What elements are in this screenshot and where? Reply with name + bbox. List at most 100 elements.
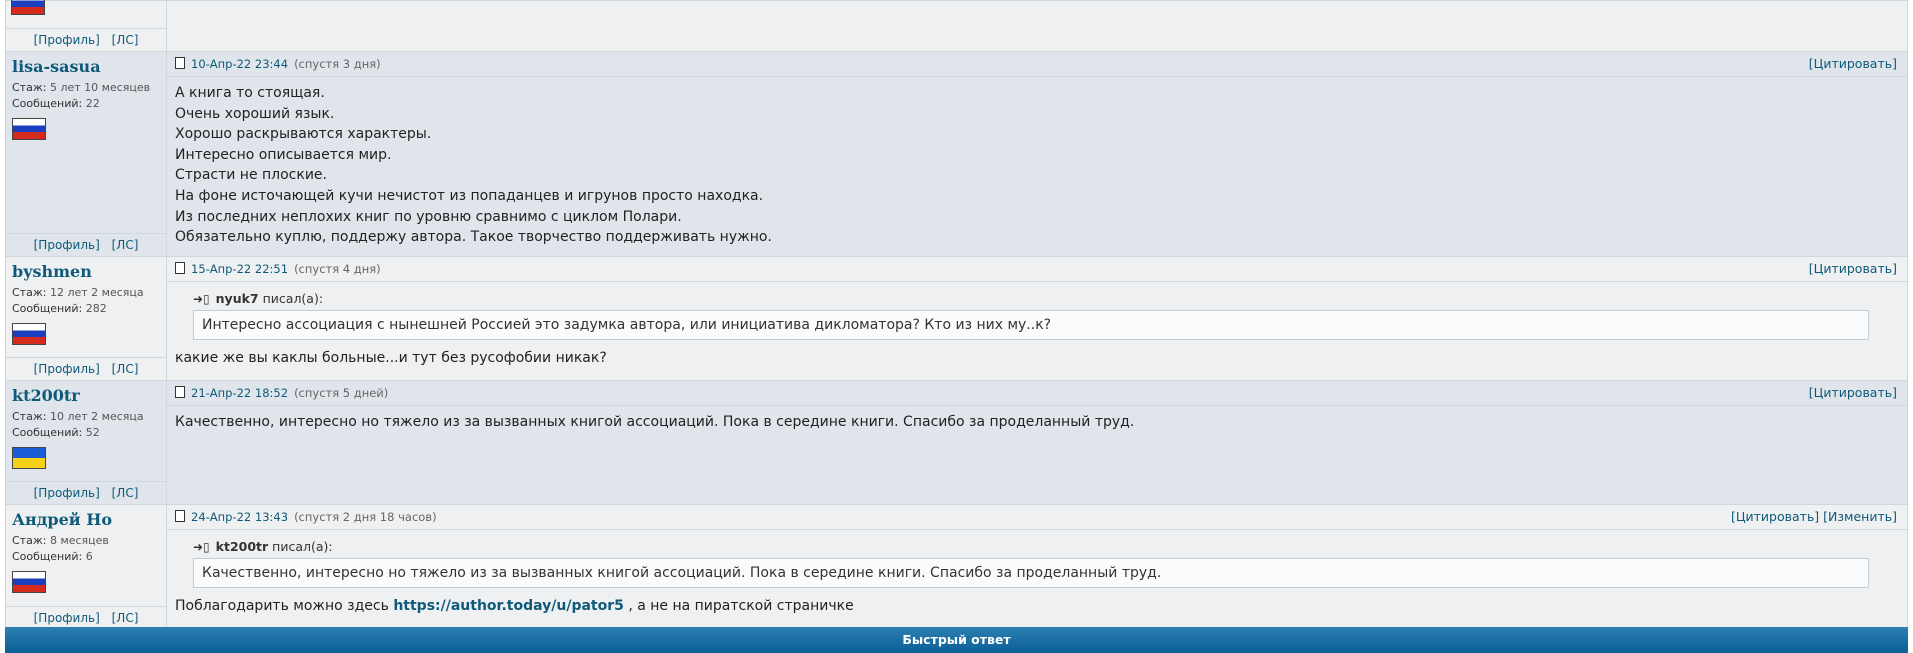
posts-label: Сообщений:: [12, 550, 83, 563]
post-text: ➜▯ nyuk7 писал(а): Интересно ассоциация …: [167, 282, 1907, 377]
post-text: А книга то стоящая. Очень хороший язык. …: [167, 77, 1907, 256]
quote-wrote-label: писал(а):: [262, 291, 324, 306]
profile-link[interactable]: [Профиль]: [34, 238, 100, 252]
user-stazh: Стаж: 5 лет 10 месяцев: [6, 80, 166, 96]
post-actions: [Цитировать]: [1809, 257, 1897, 281]
user-post-count: Сообщений: 282: [6, 301, 166, 317]
post-content: 24-Апр-22 13:43 (спустя 2 дня 18 часов) […: [166, 504, 1908, 630]
user-panel: Андрей Но Стаж: 8 месяцев Сообщений: 6 […: [5, 504, 167, 630]
post-row: byshmen Стаж: 12 лет 2 месяца Сообщений:…: [5, 256, 1908, 381]
edit-button[interactable]: [Изменить]: [1823, 509, 1897, 524]
post-date[interactable]: 10-Апр-22 23:44: [191, 57, 288, 71]
user-stazh: Стаж: 12 лет 2 месяца: [6, 285, 166, 301]
post-line: Интересно описывается мир.: [175, 146, 392, 163]
posts-label: Сообщений:: [12, 426, 83, 439]
quote-button[interactable]: [Цитировать]: [1809, 385, 1897, 400]
user-stazh: Стаж: 8 месяцев: [6, 533, 166, 549]
posts-table: [Профиль] [ЛС] lisa-sasua Стаж: 5 лет 10…: [5, 0, 1908, 630]
post-line: Из последних неплохих книг по уровню сра…: [175, 208, 682, 225]
profile-link[interactable]: [Профиль]: [34, 33, 100, 47]
post-line: На фоне источающей кучи нечистот из попа…: [175, 187, 764, 204]
post-line: А книга то стоящая.: [175, 85, 325, 101]
post-date[interactable]: 24-Апр-22 13:43: [191, 510, 288, 524]
flag-ru-icon: [12, 118, 46, 140]
user-actions: [Профиль] [ЛС]: [6, 233, 166, 256]
post-date[interactable]: 15-Апр-22 22:51: [191, 262, 288, 276]
stazh-value: 10 лет 2 месяца: [49, 410, 144, 423]
post-content: 21-Апр-22 18:52 (спустя 5 дней) [Цитирова…: [166, 380, 1908, 505]
post-line: Поблагодарить можно здесь https://author…: [175, 596, 1899, 617]
post-text-after: , а не на пиратской страничке: [628, 598, 854, 614]
pm-link[interactable]: [ЛС]: [112, 238, 139, 252]
user-post-count: Сообщений: 6: [6, 549, 166, 565]
pm-link[interactable]: [ЛС]: [112, 33, 139, 47]
post-row: lisa-sasua Стаж: 5 лет 10 месяцев Сообще…: [5, 51, 1908, 257]
post-header: 21-Апр-22 18:52 (спустя 5 дней) [Цитирова…: [167, 381, 1907, 406]
quote-header: ➜▯ nyuk7 писал(а):: [193, 290, 1899, 308]
post-text: ➜▯ kt200tr писал(а): Качественно, интере…: [167, 530, 1907, 625]
pm-link[interactable]: [ЛС]: [112, 611, 139, 625]
user-post-count: Сообщений: 52: [6, 425, 166, 441]
post-ago: (спустя 3 дня): [294, 57, 381, 71]
posts-value: 282: [85, 302, 107, 315]
post-line: Обязательно куплю, поддержу автора. Тако…: [175, 229, 772, 246]
post-icon: [175, 386, 185, 398]
post-ago: (спустя 5 дней): [294, 386, 389, 400]
stazh-label: Стаж:: [12, 81, 47, 94]
pm-link[interactable]: [ЛС]: [112, 362, 139, 376]
post-date[interactable]: 21-Апр-22 18:52: [191, 386, 288, 400]
profile-link[interactable]: [Профиль]: [34, 611, 100, 625]
author-link[interactable]: https://author.today/u/pator5: [393, 598, 624, 614]
quote-arrow-icon: ➜▯: [193, 292, 210, 306]
quote-button[interactable]: [Цитировать]: [1809, 261, 1897, 276]
post-header: 15-Апр-22 22:51 (спустя 4 дня) [Цитироват…: [167, 257, 1907, 282]
flag-ru-icon: [12, 571, 46, 593]
stazh-value: 12 лет 2 месяца: [49, 286, 144, 299]
pm-link[interactable]: [ЛС]: [112, 486, 139, 500]
profile-link[interactable]: [Профиль]: [34, 362, 100, 376]
post-header: 10-Апр-22 23:44 (спустя 3 дня) [Цитироват…: [167, 52, 1907, 77]
post-actions: [Цитировать]: [1809, 381, 1897, 405]
username-link[interactable]: Андрей Но: [6, 505, 166, 533]
user-actions: [Профиль] [ЛС]: [6, 357, 166, 380]
username-link[interactable]: kt200tr: [6, 381, 166, 409]
user-panel: kt200tr Стаж: 10 лет 2 месяца Сообщений:…: [5, 380, 167, 505]
stazh-label: Стаж:: [12, 410, 47, 423]
post-line: Качественно, интересно но тяжело из за в…: [175, 414, 1135, 430]
post-content: 15-Апр-22 22:51 (спустя 4 дня) [Цитироват…: [166, 256, 1908, 381]
stazh-value: 8 месяцев: [49, 534, 109, 547]
posts-value: 52: [85, 426, 100, 439]
post-row: kt200tr Стаж: 10 лет 2 месяца Сообщений:…: [5, 380, 1908, 505]
username-link[interactable]: byshmen: [6, 257, 166, 285]
quick-reply-button[interactable]: Быстрый ответ: [5, 627, 1908, 653]
flag-ua-icon: [12, 447, 46, 469]
user-stazh: Стаж: 10 лет 2 месяца: [6, 409, 166, 425]
post-line: Очень хороший язык.: [175, 105, 335, 122]
post-header: 24-Апр-22 13:43 (спустя 2 дня 18 часов) […: [167, 505, 1907, 530]
post-text: Качественно, интересно но тяжело из за в…: [167, 406, 1907, 441]
post-row: Андрей Но Стаж: 8 месяцев Сообщений: 6 […: [5, 504, 1908, 630]
username-link[interactable]: lisa-sasua: [6, 52, 166, 80]
quote-author: kt200tr: [215, 539, 269, 554]
profile-link[interactable]: [Профиль]: [34, 486, 100, 500]
post-body-previous: [166, 0, 1908, 52]
posts-label: Сообщений:: [12, 302, 83, 315]
stazh-value: 5 лет 10 месяцев: [49, 81, 151, 94]
quote-box: Интересно ассоциация с нынешней Россией …: [193, 310, 1869, 340]
user-actions: [Профиль] [ЛС]: [6, 28, 166, 51]
post-ago: (спустя 4 дня): [294, 262, 381, 276]
post-icon: [175, 262, 185, 274]
flag-ru-icon: [12, 323, 46, 345]
user-panel-previous: [Профиль] [ЛС]: [5, 0, 167, 52]
quote-button[interactable]: [Цитировать]: [1809, 56, 1897, 71]
post-ago: (спустя 2 дня 18 часов): [294, 510, 437, 524]
post-icon: [175, 57, 185, 69]
user-actions: [Профиль] [ЛС]: [6, 606, 166, 629]
user-panel: lisa-sasua Стаж: 5 лет 10 месяцев Сообще…: [5, 51, 167, 257]
quote-arrow-icon: ➜▯: [193, 540, 210, 554]
quote-button[interactable]: [Цитировать]: [1731, 509, 1819, 524]
post-row-previous: [Профиль] [ЛС]: [5, 0, 1908, 52]
posts-value: 6: [85, 550, 93, 563]
quote-author: nyuk7: [215, 291, 259, 306]
user-panel: byshmen Стаж: 12 лет 2 месяца Сообщений:…: [5, 256, 167, 381]
